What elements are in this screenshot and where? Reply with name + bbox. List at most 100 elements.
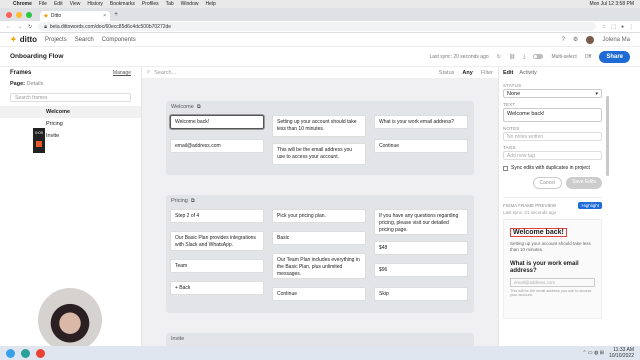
download-icon[interactable]: ⤓ <box>523 54 525 60</box>
notes-field[interactable]: No notes written <box>503 132 602 141</box>
manage-link[interactable]: Manage <box>113 70 131 76</box>
menu-help[interactable]: Help <box>205 1 215 7</box>
frame-link-icon[interactable]: ⧉ <box>197 104 201 111</box>
nav-search[interactable]: Search <box>75 37 94 43</box>
menu-edit[interactable]: Edit <box>54 1 63 7</box>
filter-button[interactable]: Filter <box>481 70 493 76</box>
text-item[interactable]: Skip <box>374 287 468 301</box>
status-select[interactable]: None ▾ <box>503 89 602 98</box>
new-tab-icon[interactable]: + <box>114 11 118 21</box>
url-field[interactable]: 🔒︎ beta.dittowords.com/doc/60ecc85d6c4dc… <box>38 22 596 31</box>
menu-view[interactable]: View <box>70 1 81 7</box>
nav-components[interactable]: Components <box>102 37 136 43</box>
cancel-button[interactable]: Cancel <box>532 177 563 189</box>
text-item[interactable]: Our Basic Plan provides integrations wit… <box>170 231 264 251</box>
frame-item-pricing[interactable]: Pricing <box>0 118 141 130</box>
checkbox-icon <box>503 165 508 171</box>
help-icon[interactable]: ? <box>562 37 565 43</box>
highlight-button[interactable]: Highlight <box>578 202 602 209</box>
multi-select-label: Multi-select <box>551 53 577 60</box>
page-selector[interactable]: Page: Details <box>0 79 141 89</box>
ditto-logo-icon: ✦ <box>10 35 17 44</box>
menu-history[interactable]: History <box>87 1 103 7</box>
text-item[interactable]: This will be the email address you use t… <box>272 143 366 165</box>
sync-edits-checkbox[interactable]: Sync edits with duplicates in project <box>503 165 602 171</box>
text-item[interactable]: Basic <box>272 231 366 245</box>
text-item[interactable]: Continue <box>272 287 366 301</box>
scrollbar[interactable] <box>606 96 609 176</box>
frames-heading: Frames <box>10 70 32 76</box>
stop-recording-button[interactable] <box>36 141 42 147</box>
back-icon[interactable]: ← <box>6 24 11 30</box>
frame-search-input[interactable]: Search frames <box>10 93 131 102</box>
tab-title: Ditto <box>50 13 62 19</box>
reload-icon[interactable]: ↻ <box>28 24 32 30</box>
text-item[interactable]: If you have any questions regarding pric… <box>374 209 468 235</box>
text-search-input[interactable]: Search... <box>154 70 176 76</box>
address-bar-row: ← → ↻ 🔒︎ beta.dittowords.com/doc/60ecc85… <box>0 21 640 33</box>
text-item[interactable]: Pick your pricing plan. <box>272 209 366 223</box>
browser-tab[interactable]: ◆ Ditto × <box>40 11 110 21</box>
frame-item-invite[interactable]: Invite <box>0 130 141 142</box>
text-item[interactable]: Setting up your account should take less… <box>272 115 366 137</box>
status-filter-label[interactable]: Status <box>439 70 455 76</box>
minimize-window-button[interactable] <box>16 12 22 18</box>
browser-menu-icon[interactable]: ⋮ <box>629 24 634 30</box>
tags-label: TAGS <box>503 145 516 150</box>
status-label: STATUS <box>503 83 522 88</box>
menu-chrome[interactable]: Chrome <box>13 1 32 7</box>
browser-tabstrip: ◆ Ditto × + <box>0 8 640 21</box>
multi-select-state: Off <box>584 53 592 60</box>
frame-link-icon[interactable]: ⧉ <box>191 198 195 205</box>
save-edits-button[interactable]: Save Edits <box>566 177 602 189</box>
tab-activity[interactable]: Activity <box>519 70 536 76</box>
preview-label: FIGMA FRAME PREVIEW <box>503 203 557 208</box>
text-item[interactable]: $96 <box>374 263 468 277</box>
zoom-window-button[interactable] <box>26 12 32 18</box>
recording-controls: 0:09 <box>33 128 45 153</box>
tags-field[interactable]: Add new tag <box>503 151 602 160</box>
menu-bookmarks[interactable]: Bookmarks <box>110 1 135 7</box>
logo-text: ditto <box>19 35 38 44</box>
menu-window[interactable]: Window <box>181 1 199 7</box>
tray-icons[interactable]: ⌃ ▭ ◍ ⊞ <box>582 350 604 356</box>
start-icon[interactable] <box>6 348 15 358</box>
profile-icon[interactable]: ● <box>621 24 624 30</box>
share-button[interactable]: Share <box>599 50 630 63</box>
text-item[interactable]: + Back <box>170 281 264 295</box>
text-item[interactable]: What is your work email address? <box>374 115 468 129</box>
multi-select-toggle[interactable] <box>533 54 544 59</box>
text-item[interactable]: Continue <box>374 139 468 153</box>
project-title: Onboarding Flow <box>10 53 64 60</box>
text-item[interactable]: Our Team Plan includes everything in the… <box>272 253 366 279</box>
clock: 11:33 AM 10/10/2022 <box>609 347 634 359</box>
avatar[interactable] <box>586 35 595 44</box>
search-icon: ⌕ <box>147 69 151 75</box>
text-item[interactable]: Team <box>170 259 264 273</box>
user-name[interactable]: Jolena Ma <box>602 37 630 43</box>
extensions-icon[interactable]: ⬚ <box>611 24 616 30</box>
tab-edit[interactable]: Edit <box>503 70 513 76</box>
text-field[interactable]: Welcome back! <box>503 108 602 122</box>
menu-file[interactable]: File <box>39 1 47 7</box>
refresh-icon[interactable]: ↻ <box>497 54 501 60</box>
menu-profiles[interactable]: Profiles <box>142 1 159 7</box>
favicon-icon: ◆ <box>44 13 48 19</box>
bookmark-star-icon[interactable]: ☆ <box>602 24 606 30</box>
chrome-taskbar-icon[interactable] <box>36 348 45 358</box>
close-tab-icon[interactable]: × <box>103 13 106 19</box>
status-filter-value[interactable]: Any <box>462 70 472 76</box>
forward-icon[interactable]: → <box>17 24 22 30</box>
close-window-button[interactable] <box>6 12 12 18</box>
nav-projects[interactable]: Projects <box>45 37 67 43</box>
text-item[interactable]: $48 <box>374 241 468 255</box>
text-item[interactable]: Step 2 of 4 <box>170 209 264 223</box>
frame-item-welcome[interactable]: Welcome <box>0 106 141 118</box>
ditto-logo[interactable]: ✦ ditto <box>10 35 37 44</box>
taskbar-app-icon[interactable] <box>21 348 30 358</box>
text-item[interactable]: Welcome back! <box>170 115 264 129</box>
menu-tab[interactable]: Tab <box>166 1 174 7</box>
text-item[interactable]: email@address.com <box>170 139 264 153</box>
link-icon[interactable]: ⛓ <box>509 54 515 60</box>
settings-icon[interactable]: ⚙ <box>573 36 578 43</box>
